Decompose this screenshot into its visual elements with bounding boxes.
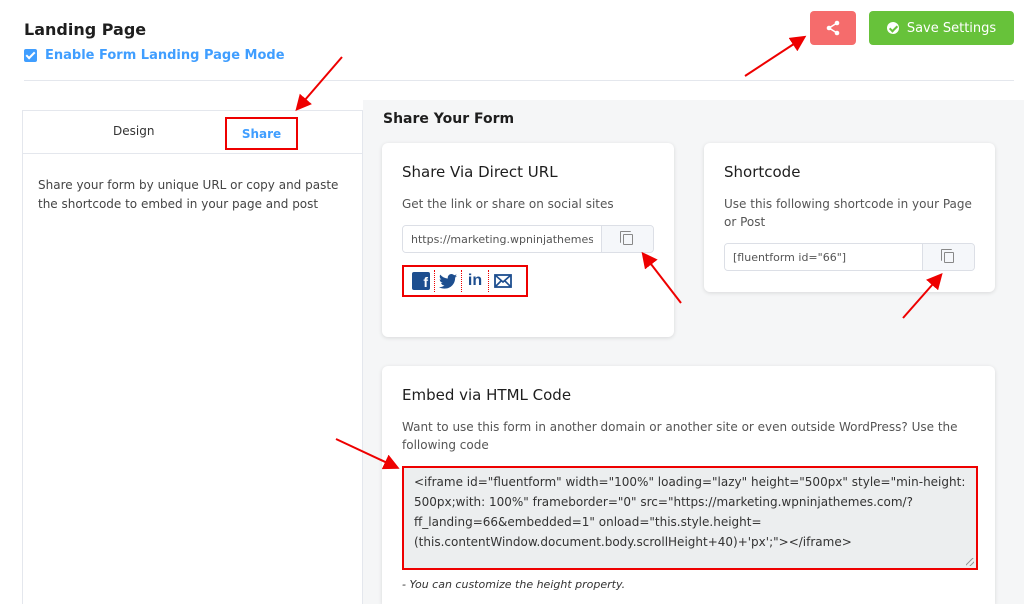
arrow-to-share-button [744, 35, 807, 77]
page: Landing Page Enable Form Landing Page Mo… [0, 0, 1024, 604]
direct-url-field [402, 225, 654, 253]
linkedin-icon: in [467, 272, 483, 289]
shortcode-card: Shortcode Use this following shortcode i… [704, 143, 995, 292]
direct-url-card: Share Via Direct URL Get the link or sha… [382, 143, 674, 337]
social-share-links: f in [402, 265, 528, 297]
share-icon [826, 20, 840, 36]
linkedin-share-link[interactable]: in [462, 270, 489, 292]
twitter-share-link[interactable] [435, 270, 462, 292]
enable-landing-mode-label: Enable Form Landing Page Mode [45, 48, 285, 63]
copy-icon [619, 230, 633, 245]
header-divider [24, 80, 1014, 81]
embed-title: Embed via HTML Code [402, 386, 572, 404]
embed-desc: Want to use this form in another domain … [402, 420, 958, 452]
shortcode-desc: Use this following shortcode in your Pag… [724, 197, 972, 229]
save-settings-button[interactable]: Save Settings [869, 11, 1014, 45]
embed-code-text: <iframe id="fluentform" width="100%" loa… [414, 475, 966, 549]
direct-url-title: Share Via Direct URL [402, 163, 558, 181]
check-circle-icon [886, 22, 899, 34]
copy-url-button[interactable] [601, 226, 653, 252]
facebook-icon: f [412, 272, 430, 290]
enable-landing-mode-checkbox[interactable]: Enable Form Landing Page Mode [24, 48, 285, 63]
page-title: Landing Page [24, 20, 147, 39]
direct-url-desc: Get the link or share on social sites [402, 197, 614, 211]
twitter-icon [439, 273, 457, 289]
share-description: Share your form by unique URL or copy an… [38, 178, 339, 211]
shortcode-title: Shortcode [724, 163, 801, 181]
shortcode-field [724, 243, 975, 271]
share-section-title: Share Your Form [383, 111, 515, 127]
embed-code-textarea[interactable]: <iframe id="fluentform" width="100%" loa… [402, 466, 978, 570]
checkbox-checked-icon[interactable] [24, 49, 37, 62]
share-button[interactable] [810, 11, 856, 45]
embed-hint: - You can customize the height property. [402, 578, 626, 591]
left-panel: Design Share Share your form by unique U… [22, 110, 363, 604]
shortcode-input[interactable] [725, 244, 922, 270]
direct-url-input[interactable] [403, 226, 601, 252]
save-settings-label: Save Settings [906, 20, 997, 36]
copy-icon [940, 248, 954, 263]
facebook-share-link[interactable]: f [408, 270, 435, 292]
copy-shortcode-button[interactable] [922, 244, 974, 270]
email-share-link[interactable] [489, 270, 516, 292]
tabs: Design Share [23, 111, 362, 154]
arrow-to-share-tab [295, 56, 343, 112]
resize-handle-icon[interactable] [966, 558, 974, 566]
tab-share[interactable]: Share [225, 117, 298, 150]
tab-design[interactable]: Design [113, 124, 154, 138]
embed-html-card: Embed via HTML Code Want to use this for… [382, 366, 995, 604]
email-icon [493, 274, 512, 288]
